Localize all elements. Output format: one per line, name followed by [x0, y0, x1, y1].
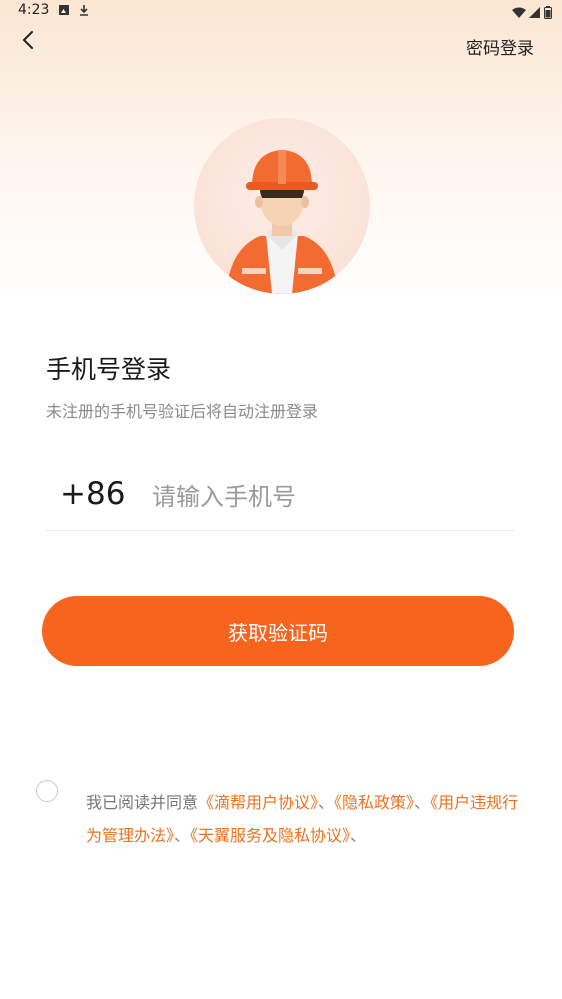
page-title: 手机号登录 — [46, 355, 172, 384]
privacy-policy-link[interactable]: 《隐私政策》 — [334, 793, 414, 812]
agreement-prefix: 我已阅读并同意 — [86, 793, 199, 812]
user-agreement-link[interactable]: 《滴帮用户协议》 — [198, 793, 318, 812]
tianyi-service-link[interactable]: 《天翼服务及隐私协议》 — [190, 826, 350, 845]
agreement-separator: 、 — [414, 793, 431, 812]
agreement-text: 我已阅读并同意《滴帮用户协议》、《隐私政策》、《用户违规行为管理办法》、《天翼服… — [86, 786, 526, 852]
agreement-separator: 、 — [318, 793, 335, 812]
download-notification-icon — [78, 4, 90, 19]
gallery-notification-icon — [58, 4, 70, 19]
back-button[interactable] — [18, 28, 40, 52]
phone-input[interactable] — [150, 476, 494, 518]
country-code[interactable]: +86 — [60, 476, 125, 512]
get-code-button[interactable]: 获取验证码 — [42, 596, 514, 666]
back-arrow-icon — [18, 31, 40, 56]
agreement-separator: 、 — [174, 826, 191, 845]
password-login-link[interactable]: 密码登录 — [466, 34, 534, 59]
agreement-separator: 、 — [350, 826, 367, 845]
status-bar: 4:23 — [0, 0, 562, 24]
agreement-checkbox[interactable] — [36, 780, 58, 802]
avatar — [194, 118, 370, 294]
avatar-icon — [226, 150, 338, 294]
page-subtitle: 未注册的手机号验证后将自动注册登录 — [46, 402, 319, 421]
wifi-icon — [512, 4, 526, 23]
signal-icon — [529, 4, 541, 23]
status-time: 4:23 — [18, 2, 50, 18]
phone-input-row: +86 — [46, 468, 514, 531]
battery-icon — [544, 4, 552, 23]
